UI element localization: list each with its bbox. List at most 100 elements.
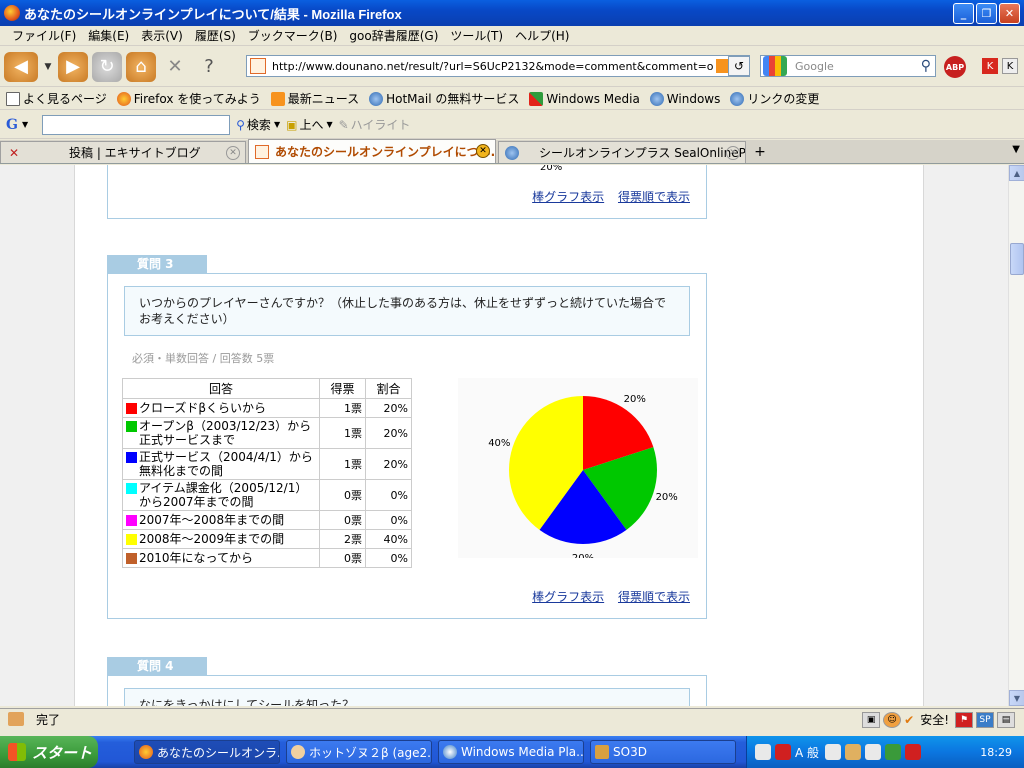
new-tab-button[interactable]: + [748,141,772,163]
bookmark-links[interactable]: リンクの変更 [730,90,819,107]
google-icon[interactable] [763,56,787,76]
dropdown-arrow-icon[interactable]: ▼ [22,120,28,129]
notes-icon[interactable]: ▤ [997,711,1015,728]
bookmark-windows-media[interactable]: Windows Media [529,91,640,106]
navigation-toolbar: ◀ ▼ ▶ ↻ ⌂ ✕ ? http://www.dounano.net/res… [0,47,1024,87]
forward-icon[interactable]: ▶ [58,51,88,82]
go-button[interactable]: ↺ [728,56,750,76]
pie-chart: 20% 20% 20% 40% [458,378,698,564]
tab-close-icon[interactable]: ✕ [226,146,240,160]
menu-tools[interactable]: ツール(T) [444,27,509,44]
goo-search-button[interactable]: ⚲ 検索 ▼ [236,116,280,133]
start-button[interactable]: スタート [0,736,98,768]
sp-icon[interactable]: SP [976,711,994,728]
status-icon [8,712,24,726]
menu-view[interactable]: 表示(V) [135,27,189,44]
bookmark-windows[interactable]: Windows [649,91,720,106]
bar-graph-link[interactable]: 棒グラフ表示 [532,190,604,204]
search-icon[interactable]: ⚲ [921,58,931,74]
keyboard-icon[interactable] [755,744,771,760]
color-swatch [126,483,137,494]
percent-cell: 20% [365,417,412,449]
minimize-button[interactable]: _ [953,3,974,24]
menu-history[interactable]: 履歴(S) [189,27,242,44]
close-button[interactable]: ✕ [999,3,1020,24]
tab-list-arrow-icon[interactable]: ▼ [1012,144,1020,155]
menu-edit[interactable]: 編集(E) [82,27,135,44]
tab-close-icon[interactable]: ✕ [726,146,740,160]
taskbar-item-so3d[interactable]: SO3D [590,740,736,764]
tab-seal-online-plus[interactable]: シールオンラインプラス SealOnlinePlus ✕ [498,141,746,163]
color-swatch [126,515,137,526]
scroll-up-icon[interactable]: ▲ [1009,165,1024,181]
goo-search-input[interactable] [42,114,231,135]
menu-file[interactable]: ファイル(F) [6,27,82,44]
search-bar[interactable]: Google ⚲ [760,55,936,77]
dropdown-arrow-icon[interactable]: ▼ [42,52,54,82]
tab-close-icon[interactable]: ✕ [476,144,490,158]
sort-by-votes-link[interactable]: 得票順で表示 [618,190,690,204]
addon-icon[interactable]: ☺ [883,711,902,728]
ime-icon[interactable] [775,744,791,760]
status-text: 完了 [36,713,61,727]
k-icon[interactable]: K [1002,58,1018,74]
bar-graph-link[interactable]: 棒グラフ表示 [532,590,604,604]
menu-help[interactable]: ヘルプ(H) [509,27,575,44]
scroll-down-icon[interactable]: ▼ [1009,690,1024,706]
back-icon[interactable]: ◀ [4,51,38,82]
bookmark-most-visited[interactable]: よく見るページ [6,90,107,107]
kaspersky-icon[interactable]: K [982,58,998,74]
reload-icon[interactable]: ↻ [92,51,122,82]
tab-excite-blog[interactable]: ✕ 投稿 | エキサイトブログ ✕ [0,141,246,163]
tab-seal-online-result[interactable]: あなたのシールオンラインプレイについ... ✕ [248,139,496,163]
answers-header-row: 回答 得票 割合 [122,378,412,399]
help-icon[interactable] [865,744,882,760]
restore-button[interactable]: ❐ [976,3,997,24]
votes-cell: 0票 [319,548,366,568]
flag-icon[interactable]: ⚑ [955,711,973,728]
taskbar-item-firefox[interactable]: あなたのシールオンラ... [134,740,280,764]
taskbar-item-hotzonu[interactable]: ホットゾヌ２β (age2... [286,740,432,764]
percent-cell: 0% [365,548,412,568]
kaspersky-icon[interactable] [905,744,922,760]
tray-icon[interactable] [825,744,842,760]
sort-by-votes-link[interactable]: 得票順で表示 [618,590,690,604]
safe-status[interactable]: 安全! [920,711,949,728]
table-row: オープンβ（2003/12/23）から正式サービスまで 1票 20% [122,417,412,449]
answer-text: クローズドβくらいから [139,401,267,415]
menu-bookmarks[interactable]: ブックマーク(B) [242,27,344,44]
folder-up-icon: ▣ [286,117,298,132]
adblock-icon[interactable]: ABP [944,56,966,78]
help-search-icon[interactable]: ? [194,52,224,82]
table-row: アイテム課金化（2005/12/1）から2007年までの間 0票 0% [122,479,412,511]
home-icon[interactable]: ⌂ [126,51,156,82]
answer-text: オープンβ（2003/12/23）から正式サービスまで [139,419,312,447]
bookmark-news[interactable]: 最新ニュース [270,90,359,107]
pie-label: 20% [656,492,678,503]
goo-up-button[interactable]: ▣ 上へ ▼ [286,116,333,133]
percent-cell: 20% [365,448,412,480]
goo-highlight-button[interactable]: ✎ ハイライト [339,116,411,133]
page-content: 20% 棒グラフ表示 得票順で表示 質問 3 いつからのプレイヤーさんですか？（… [74,165,924,706]
scroll-thumb[interactable] [1010,243,1024,275]
header-votes: 得票 [319,378,366,399]
bookmark-firefox[interactable]: Firefox を使ってみよう [116,90,261,107]
site-favicon-icon [255,144,269,159]
votes-cell: 1票 [319,417,366,449]
vertical-scrollbar[interactable]: ▲ ▼ [1008,165,1024,706]
bookmark-hotmail[interactable]: HotMail の無料サービス [369,90,519,107]
goo-logo[interactable]: G [6,117,18,133]
menu-goo-history[interactable]: goo辞書履歴(G) [343,27,444,44]
question-2-links: 棒グラフ表示 得票順で表示 [522,188,690,205]
tray-icon[interactable] [845,744,862,760]
network-icon[interactable] [885,744,902,760]
rss-icon [270,91,285,106]
url-bar[interactable]: http://www.dounano.net/result/?url=S6UcP… [246,55,750,77]
stop-icon[interactable]: ✕ [160,52,190,82]
search-input[interactable]: Google [795,60,834,73]
taskbar-item-media-player[interactable]: Windows Media Pla... [438,740,584,764]
windows-logo-icon [8,743,26,761]
lock-icon[interactable]: ▣ [862,711,881,728]
taskbar: スタート あなたのシールオンラ... ホットゾヌ２β (age2... Wind… [0,736,1024,768]
ime-mode[interactable]: A 般 [795,744,819,761]
